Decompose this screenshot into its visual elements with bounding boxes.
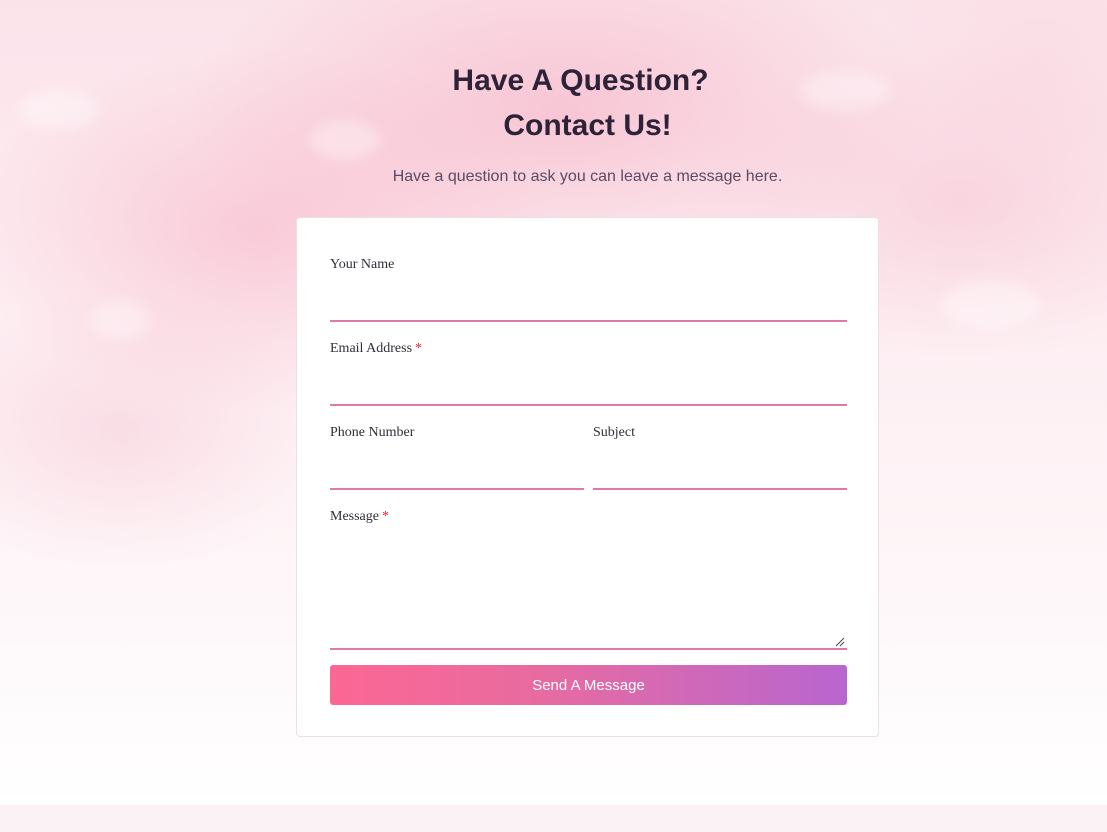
message-label-text: Message	[330, 509, 379, 524]
name-input[interactable]	[330, 288, 847, 318]
required-asterisk: *	[415, 341, 423, 356]
subject-field-label: Subject	[593, 425, 635, 441]
message-textarea-underline	[330, 648, 847, 650]
required-asterisk: *	[382, 509, 389, 524]
email-input[interactable]	[330, 372, 847, 402]
email-field-label: Email Address *	[330, 341, 422, 357]
subject-input-underline	[593, 488, 847, 490]
name-label-text: Your Name	[330, 257, 395, 272]
contact-form: Your Name Email Address * Phone Number Su…	[296, 217, 879, 737]
send-message-button[interactable]: Send A Message	[330, 665, 847, 705]
phone-input[interactable]	[330, 456, 584, 486]
name-field-label: Your Name	[330, 257, 394, 273]
page-title-line2: Contact Us!	[503, 109, 672, 142]
subject-label-text: Subject	[593, 425, 635, 440]
background-blot	[940, 280, 1040, 330]
resize-handle-icon[interactable]	[835, 637, 845, 647]
message-field-label: Message *	[330, 509, 389, 525]
background-blot	[90, 300, 150, 340]
phone-field-label: Phone Number	[330, 425, 414, 441]
email-input-underline	[330, 404, 847, 406]
name-input-underline	[330, 320, 847, 322]
message-textarea[interactable]	[330, 536, 847, 646]
phone-input-underline	[330, 488, 584, 490]
page-title-line1: Have A Question?	[452, 64, 709, 97]
page-subtitle: Have a question to ask you can leave a m…	[392, 168, 783, 185]
footer-strip	[0, 805, 1107, 832]
email-label-text: Email Address	[330, 341, 413, 356]
subject-input[interactable]	[593, 456, 847, 486]
phone-label-text: Phone Number	[330, 425, 415, 440]
